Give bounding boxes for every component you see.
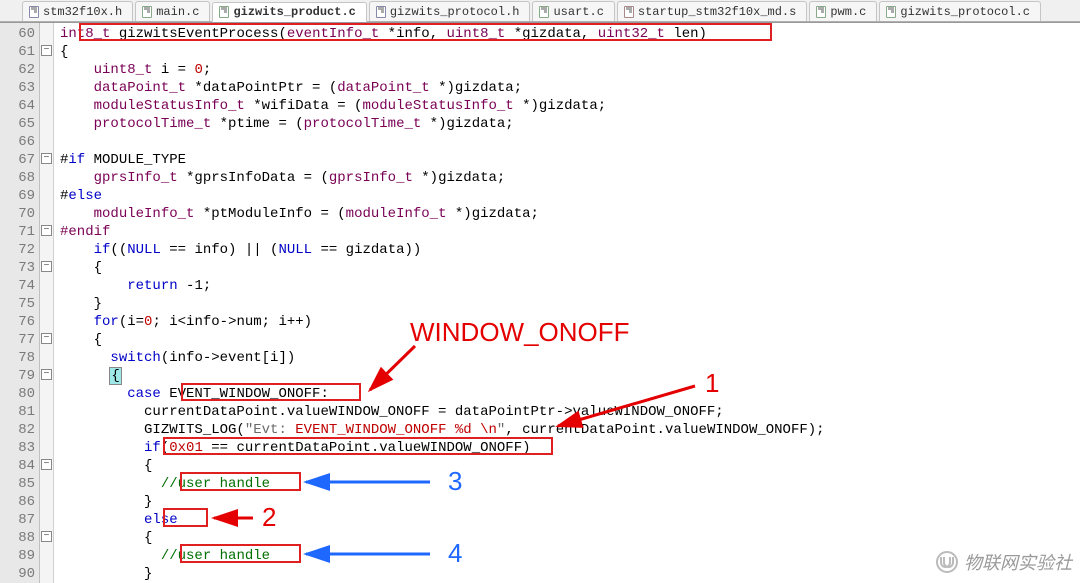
fold-column: − − − − − − − − <box>40 23 54 583</box>
code-line-69[interactable]: #else <box>60 187 1080 205</box>
tab-label: gizwits_protocol.c <box>900 5 1030 19</box>
line-number: 88 <box>0 529 35 547</box>
fold-toggle[interactable]: − <box>41 153 52 164</box>
tab-main-c[interactable]: main.c <box>135 1 210 21</box>
fold-toggle[interactable]: − <box>41 45 52 56</box>
line-number: 69 <box>0 187 35 205</box>
line-number: 81 <box>0 403 35 421</box>
code-line-85[interactable]: //user handle <box>60 475 1080 493</box>
line-number: 87 <box>0 511 35 529</box>
tab-label: gizwits_product.c <box>233 5 355 19</box>
file-icon <box>376 6 386 18</box>
line-number: 74 <box>0 277 35 295</box>
fold-toggle[interactable]: − <box>41 369 52 380</box>
code-line-81[interactable]: currentDataPoint.valueWINDOW_ONOFF = dat… <box>60 403 1080 421</box>
line-number: 64 <box>0 97 35 115</box>
line-number: 66 <box>0 133 35 151</box>
code-line-71[interactable]: #endif <box>60 223 1080 241</box>
file-icon <box>142 6 152 18</box>
code-line-82[interactable]: GIZWITS_LOG("Evt: EVENT_WINDOW_ONOFF %d … <box>60 421 1080 439</box>
tab-gizwits-protocol-h[interactable]: gizwits_protocol.h <box>369 1 531 21</box>
file-icon <box>539 6 549 18</box>
code-line-79[interactable]: { <box>60 367 1080 385</box>
editor: 6061626364656667686970717273747576777879… <box>0 22 1080 583</box>
fold-toggle[interactable]: − <box>41 261 52 272</box>
line-number: 75 <box>0 295 35 313</box>
code-line-61[interactable]: { <box>60 43 1080 61</box>
code-line-64[interactable]: moduleStatusInfo_t *wifiData = (moduleSt… <box>60 97 1080 115</box>
code-line-68[interactable]: gprsInfo_t *gprsInfoData = (gprsInfo_t *… <box>60 169 1080 187</box>
line-number: 80 <box>0 385 35 403</box>
line-number: 72 <box>0 241 35 259</box>
code-line-80[interactable]: case EVENT_WINDOW_ONOFF: <box>60 385 1080 403</box>
code-line-78[interactable]: switch(info->event[i]) <box>60 349 1080 367</box>
line-number: 65 <box>0 115 35 133</box>
line-number: 68 <box>0 169 35 187</box>
code-line-62[interactable]: uint8_t i = 0; <box>60 61 1080 79</box>
fold-toggle[interactable]: − <box>41 531 52 542</box>
line-number: 63 <box>0 79 35 97</box>
tab-bar: stm32f10x.h main.c gizwits_product.c gizwit… <box>0 0 1080 22</box>
code-line-84[interactable]: { <box>60 457 1080 475</box>
file-icon <box>624 6 634 18</box>
line-number: 61 <box>0 43 35 61</box>
line-number: 90 <box>0 565 35 583</box>
code-line-60[interactable]: int8_t gizwitsEventProcess(eventInfo_t *… <box>60 25 1080 43</box>
line-number: 60 <box>0 25 35 43</box>
tab-label: startup_stm32f10x_md.s <box>638 5 796 19</box>
tab-startup-stm32f10x-md-s[interactable]: startup_stm32f10x_md.s <box>617 1 807 21</box>
line-number: 89 <box>0 547 35 565</box>
code-line-73[interactable]: { <box>60 259 1080 277</box>
tab-usart-c[interactable]: usart.c <box>532 1 614 21</box>
file-icon <box>219 6 229 18</box>
code-line-65[interactable]: protocolTime_t *ptime = (protocolTime_t … <box>60 115 1080 133</box>
code-line-83[interactable]: if(0x01 == currentDataPoint.valueWINDOW_… <box>60 439 1080 457</box>
fold-toggle[interactable]: − <box>41 225 52 236</box>
tab-label: usart.c <box>553 5 603 19</box>
file-icon <box>816 6 826 18</box>
tab-label: main.c <box>156 5 199 19</box>
code-line-66[interactable] <box>60 133 1080 151</box>
tab-label: pwm.c <box>830 5 866 19</box>
tab-pwm-c[interactable]: pwm.c <box>809 1 877 21</box>
line-number: 79 <box>0 367 35 385</box>
code-line-75[interactable]: } <box>60 295 1080 313</box>
line-number: 78 <box>0 349 35 367</box>
code-line-88[interactable]: { <box>60 529 1080 547</box>
line-number: 70 <box>0 205 35 223</box>
code-line-90[interactable]: } <box>60 565 1080 583</box>
code-line-70[interactable]: moduleInfo_t *ptModuleInfo = (moduleInfo… <box>60 205 1080 223</box>
line-number: 67 <box>0 151 35 169</box>
tab-stm32f10x-h[interactable]: stm32f10x.h <box>22 1 133 21</box>
tab-label: gizwits_protocol.h <box>390 5 520 19</box>
line-number: 76 <box>0 313 35 331</box>
code-line-63[interactable]: dataPoint_t *dataPointPtr = (dataPoint_t… <box>60 79 1080 97</box>
code-line-74[interactable]: return -1; <box>60 277 1080 295</box>
fold-toggle[interactable]: − <box>41 333 52 344</box>
tab-label: stm32f10x.h <box>43 5 122 19</box>
file-icon <box>29 6 39 18</box>
line-number: 86 <box>0 493 35 511</box>
code-line-67[interactable]: #if MODULE_TYPE <box>60 151 1080 169</box>
code-line-76[interactable]: for(i=0; i<info->num; i++) <box>60 313 1080 331</box>
line-number: 85 <box>0 475 35 493</box>
code-area[interactable]: int8_t gizwitsEventProcess(eventInfo_t *… <box>54 23 1080 583</box>
tab-gizwits-product-c[interactable]: gizwits_product.c <box>212 2 366 22</box>
code-line-77[interactable]: { <box>60 331 1080 349</box>
line-number-gutter: 6061626364656667686970717273747576777879… <box>0 23 40 583</box>
code-line-87[interactable]: else <box>60 511 1080 529</box>
line-number: 62 <box>0 61 35 79</box>
code-line-86[interactable]: } <box>60 493 1080 511</box>
line-number: 82 <box>0 421 35 439</box>
code-line-89[interactable]: //user handle <box>60 547 1080 565</box>
line-number: 83 <box>0 439 35 457</box>
line-number: 73 <box>0 259 35 277</box>
file-icon <box>886 6 896 18</box>
line-number: 77 <box>0 331 35 349</box>
line-number: 84 <box>0 457 35 475</box>
code-line-72[interactable]: if((NULL == info) || (NULL == gizdata)) <box>60 241 1080 259</box>
tab-gizwits-protocol-c[interactable]: gizwits_protocol.c <box>879 1 1041 21</box>
line-number: 71 <box>0 223 35 241</box>
fold-toggle[interactable]: − <box>41 459 52 470</box>
